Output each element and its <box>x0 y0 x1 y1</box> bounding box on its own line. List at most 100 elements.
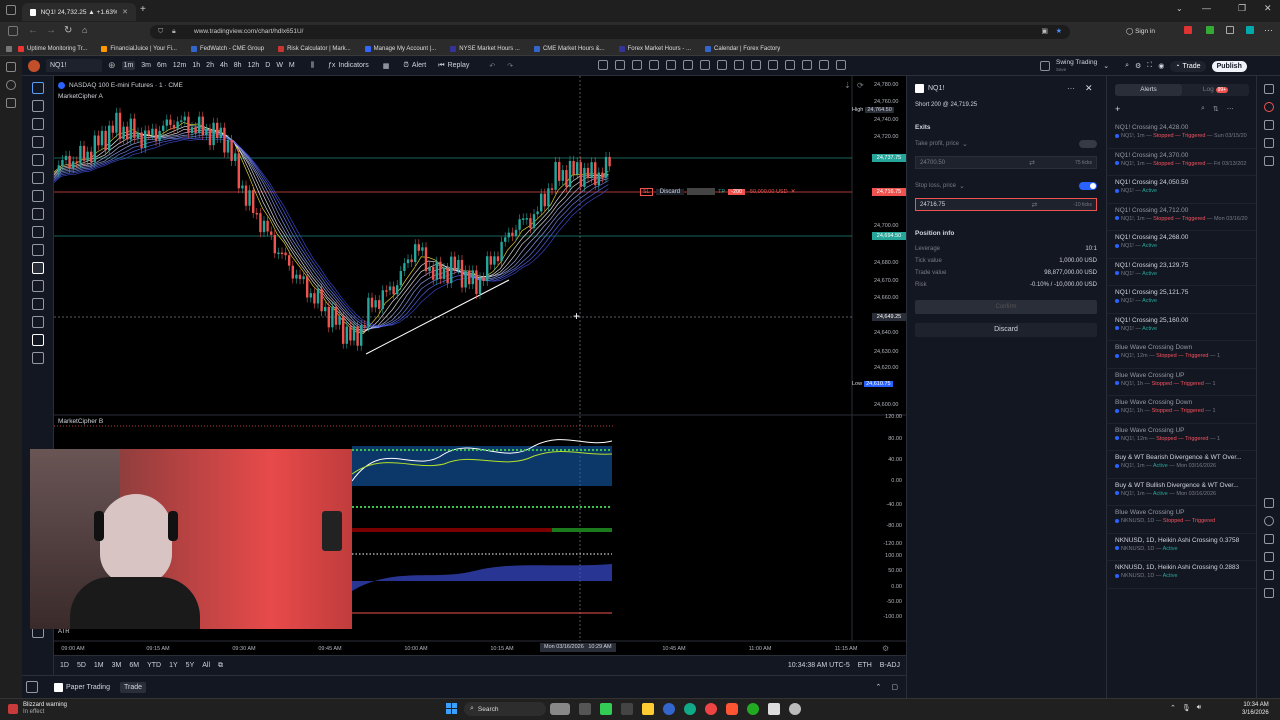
link-icon[interactable] <box>31 334 44 346</box>
file-explorer-icon[interactable] <box>642 703 654 715</box>
clock-label[interactable]: 10:34:38 AM UTC-5 <box>788 662 850 669</box>
history-icon[interactable] <box>6 80 16 90</box>
forward-icon[interactable]: → <box>46 25 56 36</box>
settings-gear-icon[interactable]: ⚙ <box>1135 62 1141 70</box>
minimize-icon[interactable]: — <box>1202 3 1211 13</box>
trash-icon[interactable] <box>31 352 44 364</box>
rectangle-icon[interactable] <box>632 60 642 70</box>
order-panel-menu-icon[interactable]: ⋯ <box>1067 84 1075 93</box>
alert-item[interactable]: Buy & WT Bullish Divergence & WT Over...… <box>1107 479 1256 506</box>
user-avatar[interactable] <box>28 59 40 72</box>
bookmark-item[interactable]: Manage My Account |... <box>364 45 436 52</box>
taskbar-clock[interactable]: 10:34 AM 3/16/2026 <box>1242 701 1269 717</box>
interval-8h[interactable]: 8h <box>234 62 242 69</box>
maximize-icon[interactable]: ❐ <box>1238 3 1246 14</box>
bookmark-item[interactable]: FinancialJuice | Your Fi... <box>101 45 177 52</box>
lock-drawings-icon[interactable] <box>31 298 44 310</box>
calendar-icon[interactable] <box>1263 156 1274 166</box>
take-profit-input[interactable]: 24700.50 ⇄ 75 ticks <box>915 156 1097 169</box>
ideas-icon[interactable] <box>1263 516 1274 526</box>
tab-actions-icon[interactable] <box>6 5 16 15</box>
interval-1m[interactable]: 1m <box>121 61 136 70</box>
xbox-icon[interactable] <box>747 703 759 715</box>
alert-button[interactable]: ⏰︎ Alert <box>403 62 426 70</box>
interval-m[interactable]: M <box>289 62 295 69</box>
watchlist-icon[interactable] <box>1263 84 1274 94</box>
atr-label[interactable]: ATR <box>58 629 70 635</box>
weather-widget[interactable]: Blizzard warning In effect <box>8 702 67 716</box>
tab-search-icon[interactable]: ⌄ <box>1176 4 1183 13</box>
settings-icon[interactable] <box>6 98 16 108</box>
trade-tab[interactable]: Trade <box>119 681 147 693</box>
interval-d[interactable]: D <box>265 62 270 69</box>
range-all[interactable]: All <box>202 662 210 669</box>
tab-grid-icon[interactable] <box>6 62 16 72</box>
bookmark-item[interactable]: Calendar | Forex Factory <box>705 45 780 52</box>
pine-editor-icon[interactable] <box>1263 588 1274 598</box>
sort-icon[interactable]: ⇅ <box>1213 105 1219 113</box>
app-icon[interactable] <box>705 703 717 715</box>
bookmark-star-icon[interactable]: ★ <box>1056 25 1062 39</box>
alert-item[interactable]: Blue Wave Crossing UP NQ1!, 1h — Stopped … <box>1107 369 1256 396</box>
undo-icon[interactable]: ↶ <box>489 62 495 70</box>
adjust-label[interactable]: B-ADJ <box>880 662 900 669</box>
brush-tool-icon[interactable] <box>31 172 44 184</box>
prediction-tool-icon[interactable] <box>31 154 44 166</box>
scroll-down-icon[interactable]: ⇣ <box>844 81 851 90</box>
order-panel-close-icon[interactable]: ✕ <box>1085 83 1093 94</box>
range-1m[interactable]: 1M <box>94 662 104 669</box>
arrow-icon[interactable] <box>802 60 812 70</box>
tp-tag[interactable]: TP <box>718 189 725 195</box>
frame-icon[interactable] <box>819 60 829 70</box>
symbol-search-input[interactable]: NQ1! <box>46 59 102 72</box>
trend-line-tool-icon[interactable] <box>31 100 44 112</box>
alert-item[interactable]: Blue Wave Crossing Down NQ1!, 12m — Stopp… <box>1107 341 1256 369</box>
snapshot-icon[interactable]: ◉ <box>1158 62 1164 70</box>
order-line-widget[interactable]: SL Discard TP -200 -50,000.00 USD ✕ <box>640 187 796 196</box>
range-1d[interactable]: 1D <box>60 662 69 669</box>
order-close-icon[interactable]: ✕ <box>791 188 796 195</box>
bookmark-item[interactable]: Uptime Monitoring Tr... <box>18 45 87 52</box>
search-icon[interactable]: ⌕ <box>1125 62 1129 70</box>
alert-item[interactable]: NQ1! Crossing 24,268.00 NQ1! — Active <box>1107 231 1256 259</box>
panel-maximize-icon[interactable]: ▢ <box>891 683 898 691</box>
measure-icon[interactable] <box>734 60 744 70</box>
refresh-chart-icon[interactable]: ⟳ <box>857 81 864 90</box>
fib-tool-icon[interactable] <box>31 118 44 130</box>
alert-item[interactable]: NQ1! Crossing 24,050.50 NQ1! — Active <box>1107 176 1256 204</box>
edge-icon[interactable] <box>684 703 696 715</box>
alert-item[interactable]: NQ1! Crossing 25,121.75 NQ1! — Active <box>1107 286 1256 314</box>
app-icon[interactable] <box>663 703 675 715</box>
chevron-down-icon[interactable]: ⌄ <box>962 140 968 148</box>
tab-close-icon[interactable]: ✕ <box>122 8 128 16</box>
range-5y[interactable]: 5Y <box>186 662 195 669</box>
sl-swap-icon[interactable]: ⇄ <box>1032 201 1038 209</box>
apps-icon[interactable] <box>6 45 12 52</box>
zoom-icon[interactable] <box>31 244 44 256</box>
reload-icon[interactable]: ↻ <box>64 25 72 36</box>
long-position-icon[interactable] <box>700 60 710 70</box>
brush-icon[interactable] <box>768 60 778 70</box>
tab-log[interactable]: Log 99+ <box>1182 84 1249 96</box>
confirm-button[interactable]: Confirm <box>915 300 1097 314</box>
paper-trading-tab[interactable]: Paper Trading <box>54 682 110 692</box>
bookmark-item[interactable]: CME Market Hours &... <box>533 45 605 52</box>
extension-icon[interactable] <box>1246 26 1254 34</box>
discard-button[interactable]: Discard <box>915 323 1097 337</box>
fib-icon[interactable] <box>615 60 625 70</box>
alert-item[interactable]: NKNUSD, 1D, Heikin Ashi Crossing 0.3758 N… <box>1107 534 1256 561</box>
range-6m[interactable]: 6M <box>129 662 139 669</box>
templates-icon[interactable]: ▦ <box>383 62 390 70</box>
icon-tool-icon[interactable] <box>31 208 44 220</box>
app-icon[interactable] <box>600 703 612 715</box>
interval-4h[interactable]: 4h <box>220 62 228 69</box>
goto-date-icon[interactable]: ⧉ <box>218 662 223 670</box>
site-info-icon[interactable]: ⛉ <box>158 25 163 39</box>
notifications-icon[interactable] <box>1263 552 1274 562</box>
fullscreen-icon[interactable]: ⛶ <box>1147 62 1152 70</box>
alert-item[interactable]: NQ1! Crossing 25,160.00 NQ1! — Active <box>1107 314 1256 341</box>
crosshair-icon[interactable] <box>31 82 44 94</box>
order-confirm-placeholder[interactable] <box>687 188 716 195</box>
interval-1h[interactable]: 1h <box>192 62 200 69</box>
redo-icon[interactable]: ↷ <box>507 62 513 70</box>
